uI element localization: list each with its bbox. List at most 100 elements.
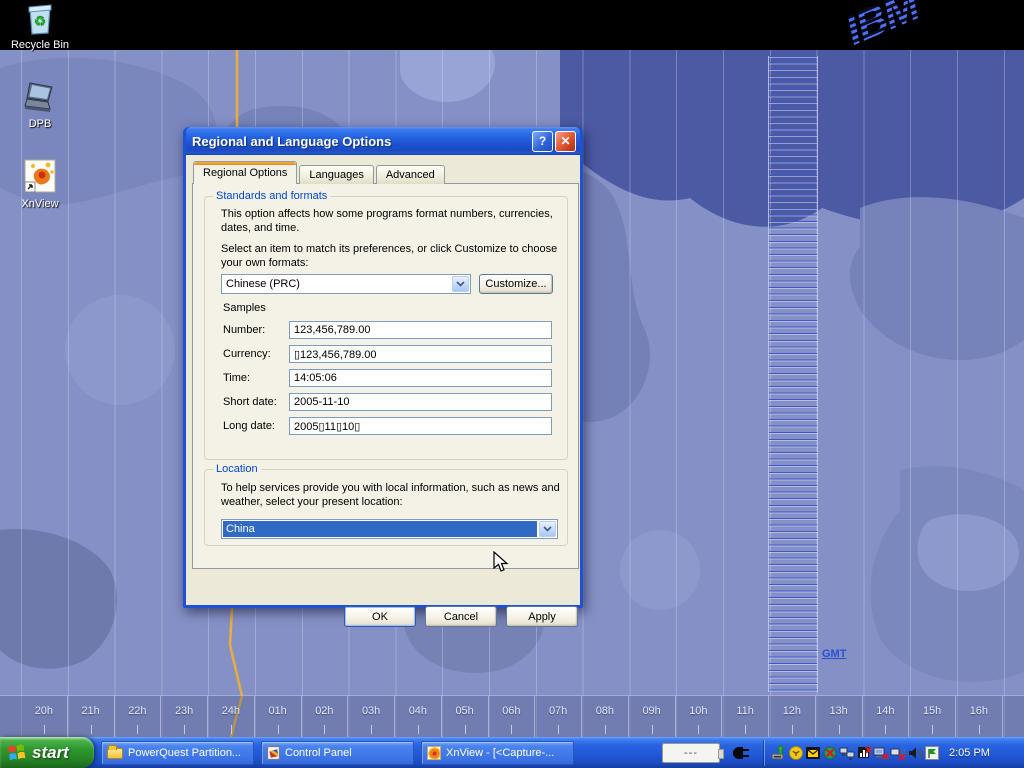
- sample-value-field[interactable]: 2005-11-10: [289, 393, 552, 411]
- timezone-timeline: 20h 21h 22h 23h 24h: [0, 695, 1024, 737]
- sample-value-field[interactable]: ▯123,456,789.00: [289, 345, 552, 363]
- timeline-hour-cell: 21h: [68, 696, 115, 737]
- task-label: XnView - [<Capture-...: [446, 747, 573, 759]
- timeline-hour-cell: 20h: [21, 696, 68, 737]
- timeline-tick: [324, 725, 325, 734]
- xnview-icon: [427, 746, 441, 760]
- timeline-tick: [885, 725, 886, 734]
- timeline-hour-label: 08h: [582, 705, 628, 717]
- close-button[interactable]: ✕: [555, 131, 576, 152]
- timeline-hour-cell: 12h: [769, 696, 816, 737]
- chevron-down-icon[interactable]: [452, 276, 469, 292]
- timeline-tick: [698, 725, 699, 734]
- offline-computer-icon[interactable]: [873, 745, 889, 761]
- select-hint-text: Select an item to match its preferences,…: [221, 243, 573, 270]
- battery-meter-icon[interactable]: ---: [662, 743, 720, 763]
- sample-value-field[interactable]: 123,456,789.00: [289, 321, 552, 339]
- timeline-hour-label: 13h: [816, 705, 862, 717]
- timeline-hour-cell: 02h: [302, 696, 349, 737]
- timeline-hour-cell: 10h: [676, 696, 723, 737]
- dialog-tab[interactable]: Regional Options: [193, 161, 297, 184]
- windows-flag-icon: [7, 743, 27, 762]
- folder-icon: [107, 748, 123, 759]
- control-panel-icon: [267, 746, 280, 760]
- safely-remove-hardware-icon[interactable]: [771, 745, 787, 761]
- timeline-tick: [979, 725, 980, 734]
- sample-value-field[interactable]: 2005▯11▯10▯: [289, 417, 552, 435]
- timeline-hour-cell: 05h: [442, 696, 489, 737]
- sample-label: Long date:: [223, 420, 289, 432]
- format-dropdown[interactable]: Chinese (PRC): [221, 274, 471, 294]
- sample-label: Currency:: [223, 348, 289, 360]
- sample-row: Short date: 2005-11-10: [223, 393, 552, 411]
- ac-power-plug-icon[interactable]: [732, 745, 752, 761]
- timeline-hour-cell: 04h: [395, 696, 442, 737]
- system-health-icon[interactable]: [788, 745, 804, 761]
- ok-button[interactable]: OK: [344, 606, 416, 627]
- wireless-disconnected-icon[interactable]: [890, 745, 906, 761]
- dialog-tab[interactable]: Languages: [299, 165, 373, 184]
- chevron-down-icon[interactable]: [539, 521, 556, 537]
- desktop-icon-xnview[interactable]: XnView: [2, 158, 78, 210]
- tray-clock[interactable]: 2:05 PM: [949, 747, 990, 759]
- dialog-titlebar[interactable]: Regional and Language Options ? ✕: [186, 127, 580, 155]
- timeline-hour-label: 03h: [348, 705, 394, 717]
- timeline-hour-cell: 08h: [582, 696, 629, 737]
- sample-value-field[interactable]: 14:05:06: [289, 369, 552, 387]
- customize-button[interactable]: Customize...: [479, 274, 553, 294]
- group-label: Location: [213, 463, 261, 475]
- samples-list: Number: 123,456,789.00 Currency: ▯123,45…: [223, 321, 552, 441]
- timeline-hour-cell: 24h: [208, 696, 255, 737]
- taskbar-task-button[interactable]: XnView - [<Capture-...: [421, 741, 574, 765]
- desktop-icon-label: XnView: [2, 198, 78, 210]
- sample-row: Long date: 2005▯11▯10▯: [223, 417, 552, 435]
- disabled-monitor-icon[interactable]: [856, 745, 872, 761]
- task-label: PowerQuest Partition...: [128, 747, 253, 759]
- timeline-tick: [137, 725, 138, 734]
- sample-label: Number:: [223, 324, 289, 336]
- taskbar: start PowerQuest Partition... Control Pa…: [0, 737, 1024, 768]
- timeline-tick: [792, 725, 793, 734]
- timeline-hour-cell: 22h: [115, 696, 162, 737]
- xnview-shortcut-icon: [22, 158, 58, 196]
- timeline-hour-label: 20h: [21, 705, 67, 717]
- message-center-icon[interactable]: [805, 745, 821, 761]
- access-ibm-icon[interactable]: [924, 745, 940, 761]
- format-dropdown-value: Chinese (PRC): [222, 275, 451, 293]
- timeline-hour-label: 05h: [442, 705, 488, 717]
- timeline-hour-cell: 03h: [348, 696, 395, 737]
- desktop-icon-recycle-bin[interactable]: ♻ Recycle Bin: [2, 3, 78, 51]
- timeline-hour-label: 12h: [769, 705, 815, 717]
- timeline-tick: [932, 725, 933, 734]
- timeline-hour-cell: 13h: [816, 696, 863, 737]
- sample-row: Number: 123,456,789.00: [223, 321, 552, 339]
- location-dropdown-value: China: [223, 521, 537, 537]
- timeline-hour-cell: 01h: [255, 696, 302, 737]
- volume-icon[interactable]: [907, 745, 923, 761]
- help-button[interactable]: ?: [532, 131, 553, 152]
- regional-options-tab-page: Standards and formats This option affect…: [192, 183, 579, 569]
- start-button[interactable]: start: [0, 737, 94, 768]
- location-dropdown[interactable]: China: [221, 519, 558, 539]
- standards-description: This option affects how some programs fo…: [221, 208, 569, 235]
- cancel-button[interactable]: Cancel: [425, 606, 497, 627]
- svg-text:♻: ♻: [34, 13, 47, 29]
- timeline-hour-label: 10h: [676, 705, 722, 717]
- location-description: To help services provide you with local …: [221, 482, 573, 509]
- timeline-hour-label: 04h: [395, 705, 441, 717]
- taskbar-task-button[interactable]: Control Panel: [261, 741, 414, 765]
- apply-button[interactable]: Apply: [506, 606, 578, 627]
- dialog-tab[interactable]: Advanced: [376, 165, 445, 184]
- desktop-icon-dpb[interactable]: DPB: [2, 80, 78, 130]
- samples-label: Samples: [223, 302, 266, 316]
- taskbar-task-button[interactable]: PowerQuest Partition...: [101, 741, 254, 765]
- group-label: Standards and formats: [213, 190, 330, 202]
- timeline-hour-label: 22h: [115, 705, 161, 717]
- system-tray: [771, 745, 940, 761]
- timeline-tick: [558, 725, 559, 734]
- timeline-hour-label: 06h: [489, 705, 535, 717]
- network-computers-icon[interactable]: [839, 745, 855, 761]
- status-error-icon[interactable]: [822, 745, 838, 761]
- timeline-tick: [184, 725, 185, 734]
- power-meter-deskband[interactable]: ---: [662, 743, 752, 763]
